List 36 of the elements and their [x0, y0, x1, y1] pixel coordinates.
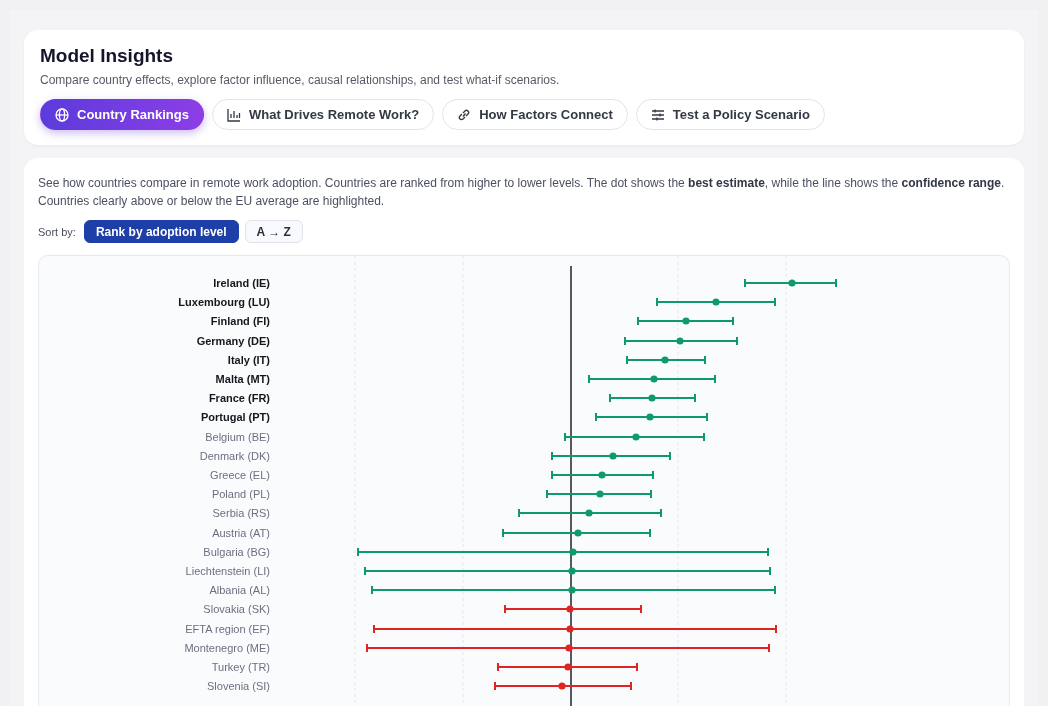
link-icon	[457, 107, 472, 122]
country-label: Ireland (IE)	[213, 277, 270, 289]
country-label: Luxembourg (LU)	[178, 296, 270, 308]
country-label: Germany (DE)	[196, 335, 270, 347]
tab[interactable]: Country Rankings	[40, 99, 204, 130]
country-label: Poland (PL)	[211, 488, 270, 500]
country-label: Belgium (BE)	[205, 431, 270, 443]
country-label: Italy (IT)	[227, 354, 270, 366]
sort-label: Sort by:	[38, 225, 76, 238]
country-label: Finland (FI)	[210, 315, 270, 327]
country-label: Austria (AT)	[212, 527, 270, 539]
country-label: Serbia (RS)	[212, 507, 270, 519]
country-label: Liechtenstein (LI)	[185, 565, 270, 577]
country-label: Montenegro (ME)	[184, 642, 270, 654]
country-label: Slovenia (SI)	[207, 680, 270, 692]
country-label: Malta (MT)	[215, 373, 270, 385]
country-label: Bulgaria (BG)	[203, 546, 270, 558]
sliders-icon	[650, 107, 665, 122]
description: See how countries compare in remote work adoption. Countries are ranked from higher to lower levels. The dot shows the best estimate, while the line shows the confidence range. Countries clearly above or below the EU average are highlighted.	[38, 175, 1006, 210]
page-subtitle: Compare country effects, explore factor influence, causal relationships, and test what-if scenarios.	[40, 73, 561, 87]
country-label: France (FR)	[208, 392, 270, 404]
country-label: Turkey (TR)	[211, 661, 270, 673]
country-label: Greece (EL)	[210, 469, 270, 481]
sort-button[interactable]: A → Z	[244, 220, 303, 243]
country-label: Portugal (PT)	[200, 411, 270, 423]
tab[interactable]: What Drives Remote Work?	[211, 99, 435, 130]
country-label: Slovakia (SK)	[203, 603, 270, 615]
page-title: Model Insights	[40, 45, 174, 67]
tab[interactable]: Test a Policy Scenario	[635, 99, 825, 130]
country-label: EFTA region (EF)	[185, 623, 270, 635]
bar-chart-icon	[226, 107, 241, 122]
sort-button[interactable]: Rank by adoption level	[83, 220, 239, 243]
country-label: Denmark (DK)	[199, 450, 270, 462]
tab[interactable]: How Factors Connect	[442, 99, 628, 130]
country-label: Albania (AL)	[209, 584, 270, 596]
globe-icon	[55, 107, 69, 122]
